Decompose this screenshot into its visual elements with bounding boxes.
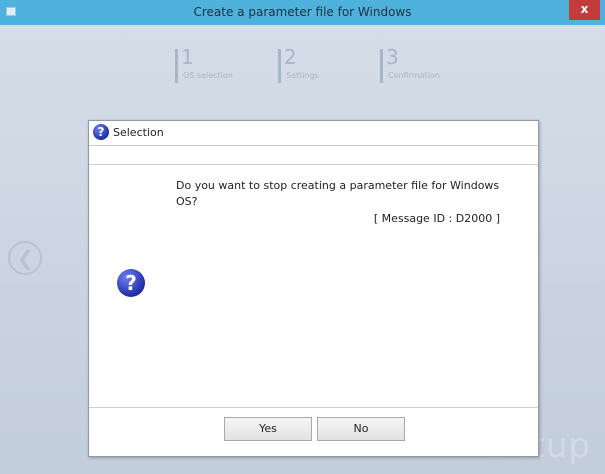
window-titlebar: Create a parameter file for Windows x [0,0,605,25]
step-number: 3 [386,45,399,69]
step-label: Confirmation [388,71,440,80]
dialog-message: Do you want to stop creating a parameter… [176,179,500,208]
selection-dialog: ? Selection Do you want to stop creating… [88,120,539,457]
message-id: [ Message ID : D2000 ] [373,212,500,225]
divider [89,145,538,146]
divider [89,164,538,165]
window-title: Create a parameter file for Windows [193,5,412,19]
question-icon: ? [93,124,109,140]
dialog-titlebar: ? Selection [89,121,538,145]
step-confirmation: 3 Confirmation [380,45,470,87]
wizard-background: 1 OS selection 2 Settings 3 Confirmation… [0,25,605,474]
back-button[interactable]: ❮ [8,241,42,275]
step-os-selection: 1 OS selection [175,45,265,87]
back-arrow-icon: ❮ [17,246,34,270]
step-bar [175,49,178,83]
step-bar [380,49,383,83]
question-icon: ? [117,269,145,297]
step-bar [278,49,281,83]
step-number: 1 [181,45,194,69]
step-label: OS selection [183,71,233,80]
close-button[interactable]: x [569,0,600,20]
no-button[interactable]: No [317,417,405,441]
divider [89,407,538,408]
step-settings: 2 Settings [278,45,368,87]
dialog-title: Selection [113,126,164,139]
step-label: Settings [286,71,319,80]
yes-button[interactable]: Yes [224,417,312,441]
step-number: 2 [284,45,297,69]
